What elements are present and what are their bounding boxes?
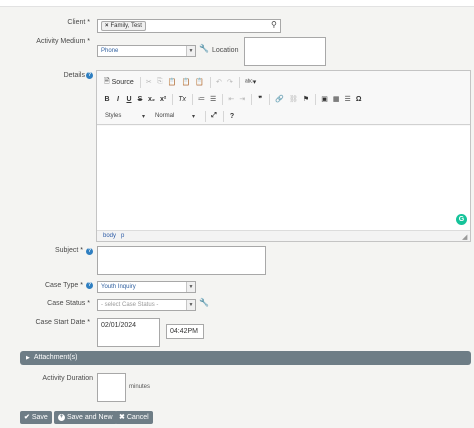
cut-icon[interactable]: ✂ <box>144 76 154 88</box>
horizontal-line-icon[interactable]: ☰ <box>342 93 352 105</box>
case-start-date-input[interactable]: 02/01/2024 <box>97 318 160 347</box>
close-icon: ✖ <box>119 414 125 421</box>
subject-label: Subject * <box>54 247 83 254</box>
expand-triangle-icon: ▶ <box>26 355 30 361</box>
minutes-unit: minutes <box>129 384 151 390</box>
search-icon[interactable]: ⚲ <box>271 20 277 29</box>
editor-content[interactable] <box>97 126 470 230</box>
chevron-down-icon: ▼ <box>186 300 195 310</box>
maximize-icon[interactable]: ⤢ <box>209 110 219 122</box>
source-icon: 🗎 <box>104 77 110 85</box>
special-char-icon[interactable]: Ω <box>354 93 364 105</box>
case-type-select[interactable]: Youth Inquiry ▼ <box>97 281 196 293</box>
bulleted-list-icon[interactable]: ☰ <box>208 93 218 105</box>
details-label: Details <box>63 72 85 79</box>
paste-text-icon[interactable]: 📋 <box>180 76 193 88</box>
outdent-icon[interactable]: ⇤ <box>226 93 236 105</box>
attachments-label: Attachment(s) <box>33 354 78 361</box>
italic-button[interactable]: I <box>113 93 123 105</box>
anchor-flag-icon[interactable]: ⚑ <box>301 93 311 105</box>
undo-icon[interactable]: ↶ <box>214 76 224 88</box>
chevron-down-icon: ▼ <box>186 282 195 292</box>
styles-dropdown[interactable]: Styles ▾ <box>102 110 148 122</box>
image-icon[interactable]: ▣ <box>319 93 330 105</box>
help-icon[interactable]: ? <box>86 72 93 79</box>
attachments-section-toggle[interactable]: ▶ Attachment(s) <box>20 351 471 365</box>
source-button[interactable]: 🗎 Source <box>102 76 136 88</box>
activity-medium-select[interactable]: Phone ▼ <box>97 45 196 57</box>
table-icon[interactable]: ▦ <box>331 93 342 105</box>
link-icon[interactable]: 🔗 <box>273 93 286 105</box>
paste-word-icon[interactable]: 📋 <box>193 76 206 88</box>
numbered-list-icon[interactable]: ≔ <box>196 93 207 105</box>
activity-duration-input[interactable] <box>97 373 126 402</box>
case-type-label: Case Type * <box>44 282 83 289</box>
strike-button[interactable]: S <box>135 93 145 105</box>
indent-icon[interactable]: ⇥ <box>237 93 247 105</box>
chevron-down-icon: ▾ <box>191 113 195 120</box>
save-button[interactable]: ✔ Save <box>20 411 52 424</box>
path-p[interactable]: p <box>121 233 124 239</box>
case-status-label: Case Status * <box>47 300 90 307</box>
editor-toolbar: 🗎 Source ✂ ⎘ 📋 📋 📋 ↶ ↷ ᵃᵇᶜ▾ B I U S x₂ x²… <box>97 71 470 125</box>
help-question-icon[interactable]: ? <box>227 110 237 122</box>
superscript-button[interactable]: x² <box>158 93 168 105</box>
activity-duration-label: Activity Duration <box>42 375 93 382</box>
cancel-button[interactable]: ✖ Cancel <box>115 411 153 424</box>
location-field[interactable] <box>244 37 326 66</box>
resize-handle-icon[interactable]: ◢ <box>462 233 467 241</box>
subscript-button[interactable]: x₂ <box>146 93 157 105</box>
client-token[interactable]: × Family, Test <box>101 21 146 31</box>
underline-button[interactable]: U <box>124 93 134 105</box>
case-start-time-input[interactable]: 04:42PM <box>166 324 204 339</box>
spellcheck-icon[interactable]: ᵃᵇᶜ▾ <box>243 76 258 88</box>
unlink-icon[interactable]: ⛓ <box>287 93 300 105</box>
remove-format-button[interactable]: Tx <box>176 93 188 105</box>
redo-icon[interactable]: ↷ <box>225 76 235 88</box>
help-icon[interactable]: ? <box>86 282 93 289</box>
path-body[interactable]: body <box>103 233 116 239</box>
help-icon[interactable]: ? <box>86 248 93 255</box>
check-icon: ✔ <box>24 414 30 421</box>
rich-text-editor: 🗎 Source ✂ ⎘ 📋 📋 📋 ↶ ↷ ᵃᵇᶜ▾ B I U S x₂ x²… <box>96 70 471 242</box>
wrench-icon[interactable]: 🔧 <box>199 298 209 307</box>
case-start-date-label: Case Start Date * <box>35 319 91 326</box>
activity-medium-label: Activity Medium * <box>36 38 90 45</box>
paste-icon[interactable]: 📋 <box>166 76 179 88</box>
save-and-new-button[interactable]: + Save and New <box>54 411 117 424</box>
client-label: Client * <box>67 19 90 26</box>
location-label: Location <box>212 47 239 54</box>
case-status-select[interactable]: - select Case Status - ▼ <box>97 299 196 311</box>
wrench-icon[interactable]: 🔧 <box>199 44 209 53</box>
remove-token-icon[interactable]: × <box>105 23 109 29</box>
chevron-down-icon: ▾ <box>141 113 145 120</box>
chevron-down-icon: ▼ <box>186 46 195 56</box>
blockquote-icon[interactable]: ❞ <box>255 93 265 105</box>
plus-icon: + <box>58 413 65 421</box>
format-dropdown[interactable]: Normal ▾ <box>152 110 198 122</box>
copy-icon[interactable]: ⎘ <box>155 76 165 88</box>
bold-button[interactable]: B <box>102 93 112 105</box>
grammarly-icon[interactable]: G <box>456 214 467 225</box>
subject-field[interactable] <box>97 246 266 275</box>
element-path: body p <box>97 230 470 241</box>
